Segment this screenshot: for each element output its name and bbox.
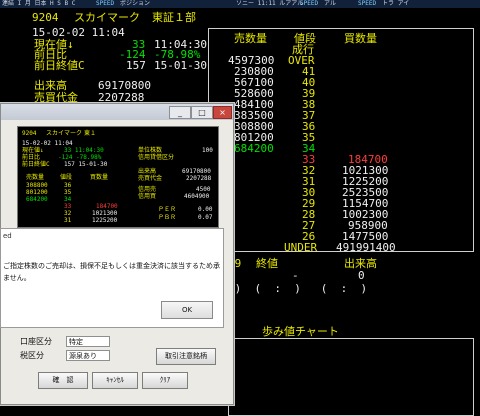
ticker-speed-label: SPEED (96, 0, 115, 7)
prev-close-date: 15-01-30 (154, 59, 207, 72)
confirm-button[interactable]: 確 認 (38, 372, 88, 389)
dialog-message-line1: ご指定株数のご売却は、損保不足もしくは重金決済に該当するため承 (3, 262, 220, 270)
lower-volume-label: 出来高 (344, 257, 377, 270)
mini-bid-price: 31 (64, 217, 72, 224)
caution-stock-button[interactable]: 取引注意銘柄 (156, 348, 216, 365)
close-label: 終値 (256, 257, 278, 270)
sell-qty-header: 売数量 (234, 32, 267, 45)
mini-per-value: 0.00 (198, 206, 213, 213)
mini-unit-value: 100 (202, 147, 213, 154)
prev-close-value: 157 (126, 59, 146, 72)
tick-chart-title: 歩み値チャート (262, 325, 339, 338)
minimize-button[interactable]: _ (169, 106, 191, 119)
ok-button[interactable]: OK (161, 301, 213, 319)
mini-code: 9204 (22, 130, 37, 137)
buy-qty-header: 買数量 (344, 32, 377, 45)
tick-chart-frame (228, 338, 474, 416)
mini-prev-value: 157 15-01-30 (64, 161, 108, 168)
mini-prev-label: 前日終値C (22, 161, 50, 168)
ticker-speed-label: SPEED (358, 0, 377, 7)
mini-market: 東１ (84, 130, 97, 137)
mini-quote-panel: 9204 スカイマーク 東１ 15-02-02 11:04 現在値↓ 33 11… (17, 126, 219, 228)
mini-price-header: 値段 (60, 174, 73, 181)
ticker-speed-label: SPEED (300, 0, 319, 7)
top-ticker-bar: 連結 I 月 日本 H S B C SPEED ポジション ソニー 11:11 … (0, 0, 480, 8)
volume-value: 69170800 (98, 79, 151, 92)
under-qty: 491991400 (336, 241, 396, 254)
mini-pbr-value: 0.07 (198, 214, 213, 221)
mini-pbr-label: ＰＢＲ (158, 214, 177, 221)
volume-label: 出来高 (34, 79, 67, 92)
clear-button[interactable]: ｸﾘｱ (142, 372, 188, 389)
under-label: UNDER (284, 241, 318, 254)
prev-close-label: 前日終値C (34, 59, 85, 72)
stock-name: スカイマーク (74, 11, 140, 24)
account-type-field[interactable]: 特定 (66, 336, 110, 347)
ask-qty-best: 684200 (234, 142, 274, 155)
tax-type-field[interactable]: 源泉あり (66, 350, 110, 361)
stock-code: 9204 (32, 11, 59, 24)
mini-bid-qty: 1225200 (92, 217, 118, 224)
mini-per-label: ＰＥＲ (158, 206, 177, 213)
dialog-title: ed (3, 232, 12, 240)
close-icon[interactable]: × (213, 106, 232, 119)
turnover-label: 売買代金 (34, 91, 78, 104)
mini-ask-qty: 684200 (26, 196, 48, 203)
ticker-item: トラ アイ (382, 0, 410, 7)
ticker-item: 連結 I 月 日本 H S B C (2, 0, 76, 7)
mini-margin-label: 信用貸借区分 (138, 154, 175, 161)
mini-credit-buy-label: 信用買 (138, 193, 157, 200)
mini-name: スカイマーク (46, 130, 83, 137)
message-dialog: ed ご指定株数のご売却は、損保不足もしくは重金決済に該当するため承 ません。 … (0, 228, 224, 328)
maximize-button[interactable]: □ (191, 106, 213, 119)
quote-datetime: 15-02-02 11:04 (32, 26, 125, 39)
ticker-item: ポジション (120, 0, 151, 7)
turnover-value: 2207288 (98, 91, 145, 104)
mini-turnover-label: 売買代金 (138, 175, 163, 182)
dialog-message-line2: ません。 (3, 274, 31, 282)
ticker-item: アル (324, 0, 336, 7)
mini-sell-header: 売数量 (26, 174, 45, 181)
mini-turnover-value: 2207288 (186, 175, 212, 182)
close-dash: - (292, 269, 299, 282)
tax-type-label: 税区分 (20, 351, 44, 360)
ticker-item: ソニー 11:11 ルアアル (236, 0, 304, 7)
stock-market: 東証１部 (152, 11, 196, 24)
cancel-button[interactable]: ｷｬﾝｾﾙ (92, 372, 138, 389)
lower-volume-value: 0 (358, 269, 365, 282)
account-type-label: 口座区分 (20, 337, 52, 346)
mini-buy-header: 買数量 (90, 174, 109, 181)
mini-credit-buy-value: 4604900 (184, 193, 210, 200)
time-placeholders: 6) ( : ) ( : ) (228, 282, 368, 295)
